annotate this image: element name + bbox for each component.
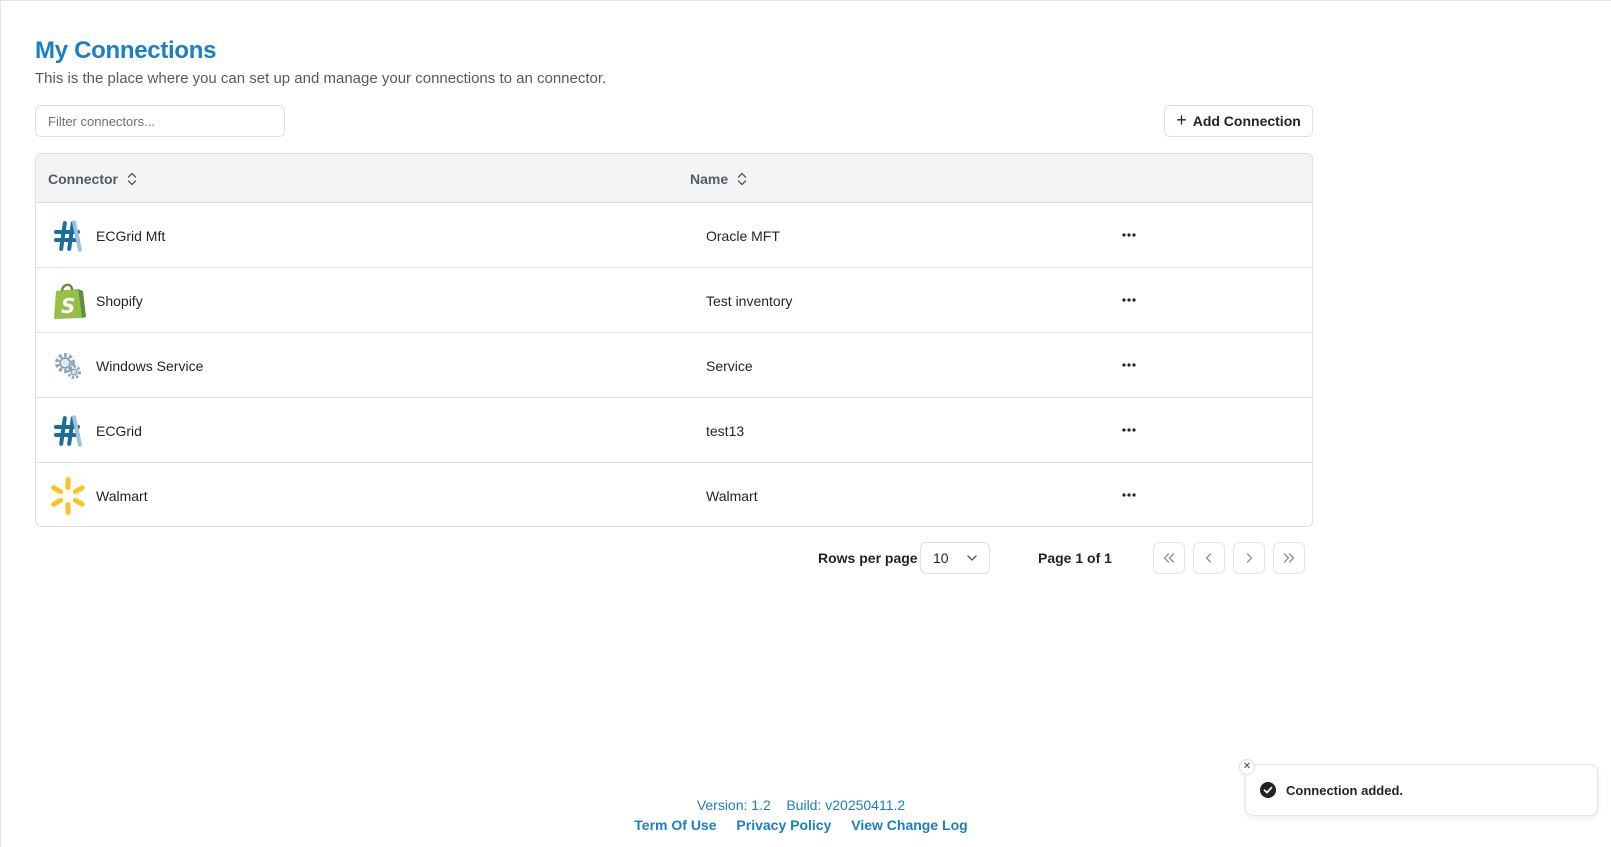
- version-label: Version:: [696, 797, 748, 813]
- add-connection-button[interactable]: + Add Connection: [1164, 105, 1313, 137]
- connection-name: Service: [706, 357, 753, 374]
- check-circle-icon: [1260, 782, 1276, 798]
- page-subtitle: This is the place where you can set up a…: [35, 70, 607, 87]
- rows-per-page-label: Rows per page: [818, 550, 918, 566]
- connector-name: Windows Service: [96, 357, 204, 374]
- toast-close-icon[interactable]: ✕: [1239, 759, 1255, 775]
- chevron-right-icon: [1246, 553, 1253, 563]
- footer-links: Term Of Use Privacy Policy View Change L…: [61, 817, 1541, 833]
- terms-of-use-link[interactable]: Term Of Use: [634, 817, 716, 833]
- version-value: 1.2: [751, 797, 771, 813]
- connector-name: Shopify: [96, 292, 143, 309]
- add-connection-label: Add Connection: [1192, 113, 1301, 129]
- filter-connectors-input[interactable]: [35, 105, 285, 137]
- connector-name: ECGrid: [96, 422, 142, 439]
- chevron-down-icon: [967, 555, 977, 561]
- build-label: Build:: [786, 797, 822, 813]
- row-actions-icon[interactable]: [1116, 223, 1142, 247]
- toast-message: Connection added.: [1286, 782, 1403, 798]
- connector-name: ECGrid Mft: [96, 227, 166, 244]
- row-actions-icon[interactable]: [1116, 353, 1142, 377]
- row-actions-icon[interactable]: [1116, 483, 1142, 507]
- row-actions-icon[interactable]: [1116, 418, 1142, 442]
- column-header-connector[interactable]: Connector: [48, 154, 138, 203]
- sort-icon: [127, 172, 137, 185]
- next-page-button[interactable]: [1233, 542, 1265, 574]
- ecgrid-logo: [48, 216, 88, 256]
- svg-text:S: S: [61, 294, 75, 318]
- table-row[interactable]: Windows Service Service: [36, 333, 1312, 398]
- connection-name: Oracle MFT: [706, 227, 780, 244]
- view-change-log-link[interactable]: View Change Log: [851, 817, 967, 833]
- rows-per-page-select[interactable]: 10: [920, 542, 990, 574]
- chevrons-left-icon: [1163, 553, 1175, 563]
- last-page-button[interactable]: [1273, 542, 1305, 574]
- column-header-name[interactable]: Name: [690, 154, 748, 203]
- sort-icon: [737, 172, 747, 185]
- chevron-left-icon: [1205, 553, 1212, 563]
- rows-per-page-value: 10: [933, 550, 949, 566]
- column-label-name: Name: [690, 170, 729, 187]
- connection-name: Test inventory: [706, 292, 793, 309]
- row-actions-icon[interactable]: [1116, 288, 1142, 312]
- plus-icon: +: [1176, 110, 1187, 130]
- table-row[interactable]: ECGrid test13: [36, 398, 1312, 463]
- connector-name: Walmart: [96, 487, 148, 504]
- previous-page-button[interactable]: [1193, 542, 1225, 574]
- connection-name: test13: [706, 422, 745, 439]
- toast-notification: Connection added.: [1245, 764, 1598, 816]
- connections-table: Connector Name ECGrid Mft Oracle MFT S S…: [35, 153, 1313, 527]
- table-row[interactable]: ECGrid Mft Oracle MFT: [36, 203, 1312, 268]
- windows-service-gear-logo: [48, 346, 88, 386]
- page-frame: My Connections This is the place where y…: [0, 0, 1611, 847]
- build-value: v20250411.2: [825, 797, 906, 813]
- page-title: My Connections: [35, 37, 217, 64]
- walmart-spark-logo: [48, 476, 88, 516]
- connection-name: Walmart: [706, 487, 758, 504]
- privacy-policy-link[interactable]: Privacy Policy: [736, 817, 831, 833]
- chevrons-right-icon: [1283, 553, 1295, 563]
- ecgrid-logo: [48, 411, 88, 451]
- page-info: Page 1 of 1: [1038, 550, 1112, 566]
- table-row[interactable]: Walmart Walmart: [36, 463, 1312, 526]
- shopify-logo: S: [48, 281, 88, 321]
- column-label-connector: Connector: [48, 170, 118, 187]
- first-page-button[interactable]: [1153, 542, 1185, 574]
- table-header: Connector Name: [36, 154, 1312, 203]
- table-row[interactable]: S Shopify Test inventory: [36, 268, 1312, 333]
